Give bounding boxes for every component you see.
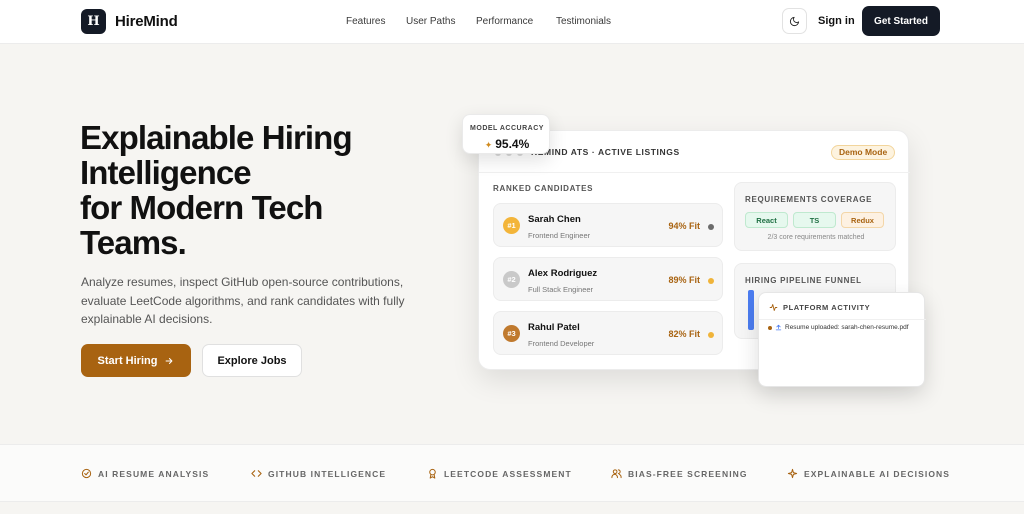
feature-item: EXPLAINABLE AI DECISIONS xyxy=(787,468,950,479)
rank-badge: #1 xyxy=(503,217,520,234)
hero-subtitle: Analyze resumes, inspect GitHub open-sou… xyxy=(81,275,405,326)
moon-icon xyxy=(789,16,800,26)
requirement-tag-ts: TS xyxy=(793,212,836,228)
candidate-row[interactable]: #3 Rahul Patel Frontend Developer 82% Fi… xyxy=(493,311,723,355)
feature-item: LEETCODE ASSESSMENT xyxy=(427,468,572,479)
upload-icon xyxy=(775,324,782,331)
candidate-name: Alex Rodriguez xyxy=(528,268,598,279)
candidate-role: Frontend Engineer xyxy=(528,231,591,240)
requirement-tags: React TS Redux xyxy=(745,212,884,228)
dashboard-title: REMIND ATS · ACTIVE LISTINGS xyxy=(531,147,680,157)
nav-performance[interactable]: Performance xyxy=(476,16,533,27)
nav-features[interactable]: Features xyxy=(346,16,385,27)
candidate-row[interactable]: #2 Alex Rodriguez Full Stack Engineer 89… xyxy=(493,257,723,301)
status-dot xyxy=(708,332,714,338)
candidate-fit: 82% Fit xyxy=(668,329,700,339)
nav-testimonials[interactable]: Testimonials xyxy=(556,16,611,27)
feature-strip: AI RESUME ANALYSIS GITHUB INTELLIGENCE L… xyxy=(0,444,1024,502)
candidate-name: Rahul Patel xyxy=(528,322,580,333)
top-navbar: H HireMind Features User Paths Performan… xyxy=(0,0,1024,44)
feature-label: LEETCODE ASSESSMENT xyxy=(444,468,572,479)
feature-item: BIAS-FREE SCREENING xyxy=(611,468,748,479)
platform-activity-card: PLATFORM ACTIVITY Resume uploaded: sarah… xyxy=(758,292,926,387)
check-circle-icon xyxy=(81,468,92,479)
award-icon xyxy=(427,468,438,479)
demo-mode-badge: Demo Mode xyxy=(831,145,896,160)
sign-in-link[interactable]: Sign in xyxy=(818,15,855,27)
requirement-tag-redux: Redux xyxy=(841,212,884,228)
get-started-button[interactable]: Get Started xyxy=(862,6,940,36)
accuracy-value-row: ✦ 95.4% xyxy=(463,137,551,151)
feature-label: BIAS-FREE SCREENING xyxy=(628,468,748,479)
divider xyxy=(759,319,926,320)
arrow-right-icon xyxy=(166,357,173,364)
rank-badge: #2 xyxy=(503,271,520,288)
candidate-row[interactable]: #1 Sarah Chen Frontend Engineer 94% Fit xyxy=(493,203,723,247)
candidate-role: Frontend Developer xyxy=(528,339,595,348)
candidate-name: Sarah Chen xyxy=(528,214,581,225)
feature-label: GITHUB INTELLIGENCE xyxy=(268,468,387,479)
feature-label: AI RESUME ANALYSIS xyxy=(98,468,210,479)
status-dot xyxy=(708,278,714,284)
nav-user-paths[interactable]: User Paths xyxy=(406,16,455,27)
candidate-fit: 89% Fit xyxy=(668,275,700,285)
hero-title-line: Explainable Hiring xyxy=(80,119,353,156)
start-hiring-button[interactable]: Start Hiring xyxy=(81,344,191,377)
requirements-note: 2/3 core requirements matched xyxy=(767,234,865,241)
requirement-tag-react: React xyxy=(745,212,788,228)
users-icon xyxy=(611,468,622,479)
start-hiring-label: Start Hiring xyxy=(97,354,158,367)
feature-item: AI RESUME ANALYSIS xyxy=(81,468,209,479)
theme-toggle-button[interactable] xyxy=(782,8,807,34)
status-dot xyxy=(708,224,714,230)
model-accuracy-card: MODEL ACCURACY ✦ 95.4% xyxy=(462,114,550,154)
requirements-label: REQUIREMENTS COVERAGE xyxy=(745,195,873,204)
hero-title: Explainable Hiring Intelligence for Mode… xyxy=(80,120,440,260)
requirements-coverage-panel: REQUIREMENTS COVERAGE React TS Redux 2/3… xyxy=(734,182,896,251)
ranked-candidates-label: RANKED CANDIDATES xyxy=(493,184,594,193)
accuracy-value: 95.4% xyxy=(495,137,530,151)
explore-jobs-button[interactable]: Explore Jobs xyxy=(202,344,302,377)
rank-badge: #3 xyxy=(503,325,520,342)
activity-text: Resume uploaded: sarah-chen-resume.pdf xyxy=(785,324,909,331)
feature-item: GITHUB INTELLIGENCE xyxy=(251,468,386,479)
activity-label: PLATFORM ACTIVITY xyxy=(783,303,871,312)
funnel-bar xyxy=(748,290,754,330)
sparkle-icon: ✦ xyxy=(484,140,493,150)
activity-entry: Resume uploaded: sarah-chen-resume.pdf xyxy=(768,324,909,331)
candidate-fit: 94% Fit xyxy=(668,221,700,231)
activity-header: PLATFORM ACTIVITY xyxy=(769,303,870,312)
activity-dot xyxy=(768,325,772,330)
candidate-role: Full Stack Engineer xyxy=(528,285,594,294)
code-icon xyxy=(251,468,262,479)
activity-pulse-icon xyxy=(769,304,778,311)
hero-title-line: Intelligence xyxy=(80,154,252,191)
sparkle-icon xyxy=(787,468,798,479)
accuracy-label: MODEL ACCURACY xyxy=(470,125,544,132)
hero-title-line: for Modern Tech xyxy=(80,189,323,226)
funnel-label: HIRING PIPELINE FUNNEL xyxy=(745,276,862,285)
hero-title-line: Teams. xyxy=(80,224,187,261)
feature-label: EXPLAINABLE AI DECISIONS xyxy=(804,468,951,479)
